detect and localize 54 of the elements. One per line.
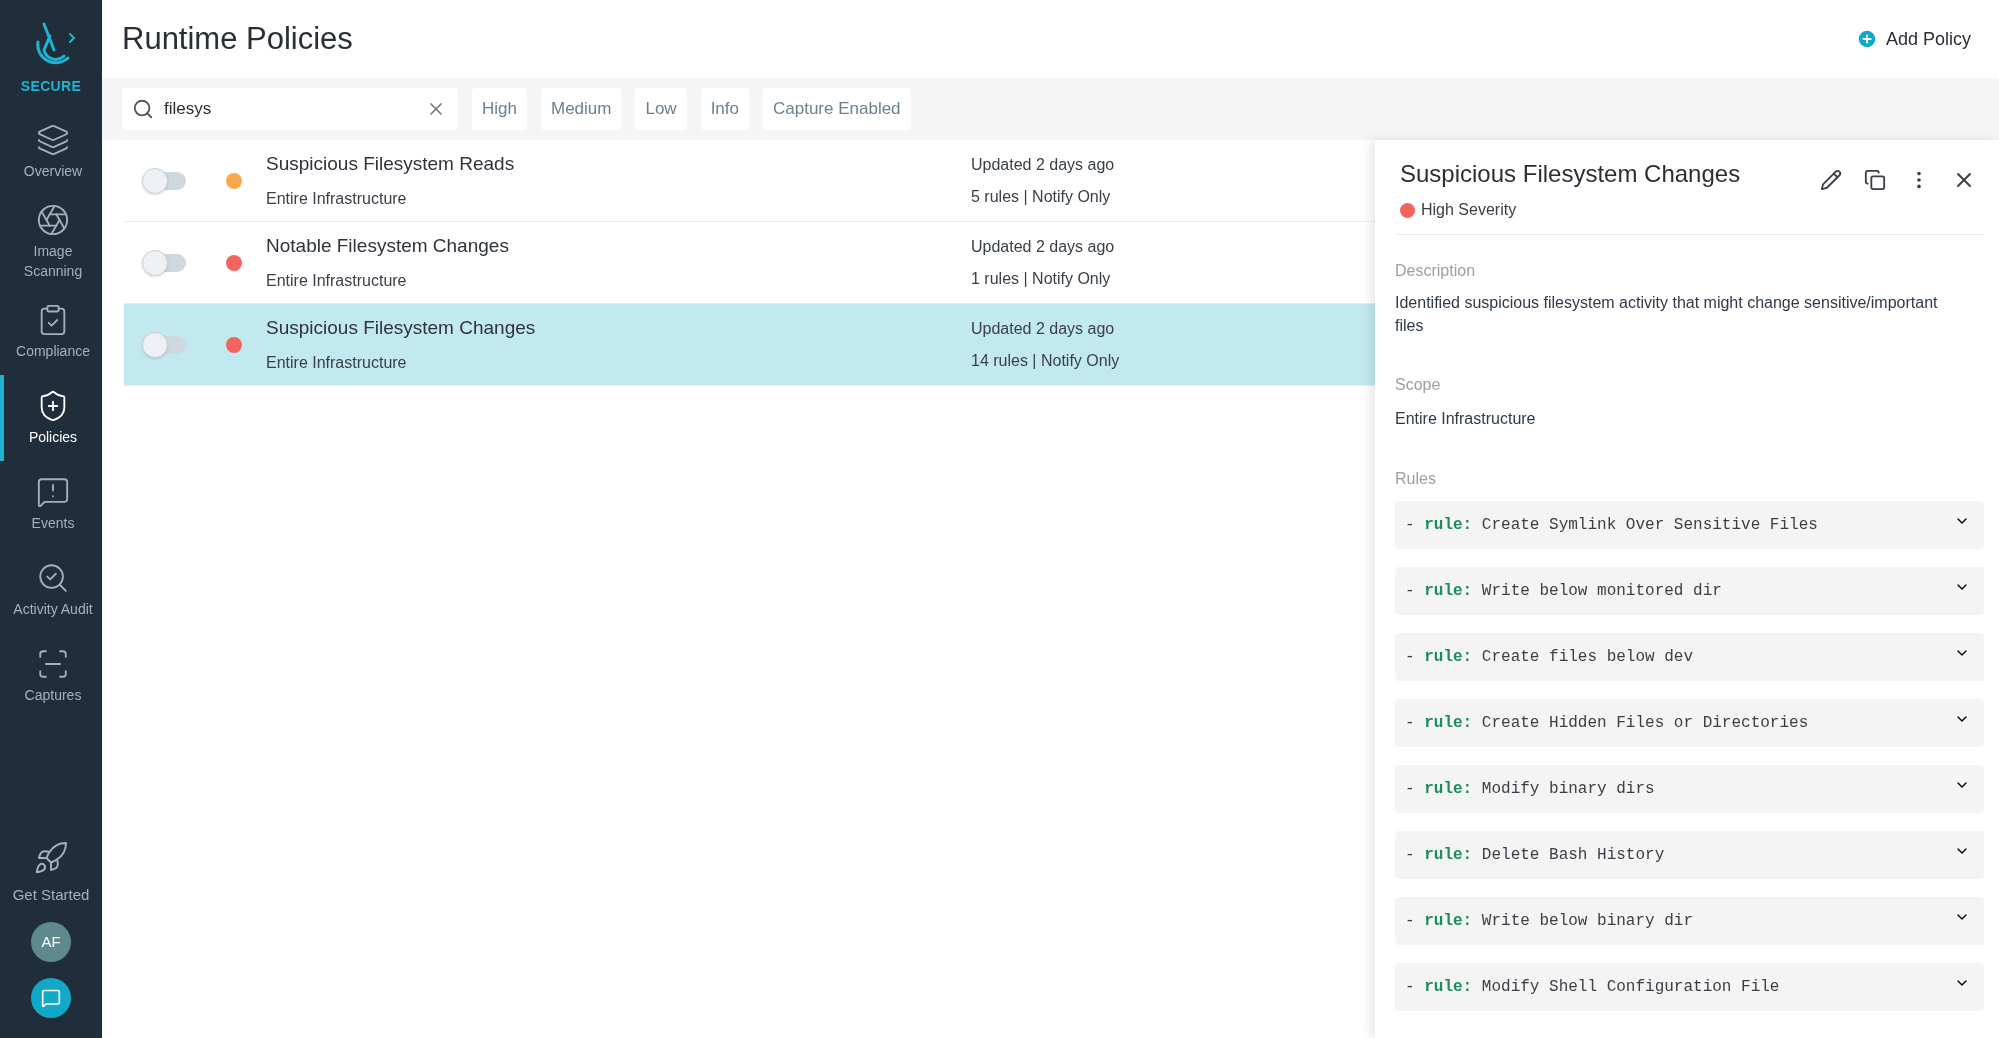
rule-item[interactable]: - rule: Modify Shell Configuration File xyxy=(1395,963,1984,1011)
policy-name: Notable Filesystem Changes xyxy=(266,234,510,259)
nav-item[interactable]: Captures xyxy=(0,633,102,719)
nav-item[interactable]: Overview xyxy=(0,109,102,195)
updated-text: Updated 2 days ago xyxy=(971,154,1115,175)
rule-text: - rule: Delete Bash History xyxy=(1405,845,1665,866)
rule-text: - rule: Write below binary dir xyxy=(1405,911,1694,932)
filter-chip[interactable]: High xyxy=(472,88,527,130)
scope-text: Entire Infrastructure xyxy=(1395,409,1537,429)
filter-chip[interactable]: Capture Enabled xyxy=(763,88,911,130)
rule-item[interactable]: - rule: Write below binary dir xyxy=(1395,897,1984,945)
updated-text: Updated 2 days ago xyxy=(971,236,1115,257)
policy-scope: Entire Infrastructure xyxy=(266,352,408,373)
rules-summary: 14 rules | Notify Only xyxy=(971,350,1120,371)
section-label: Rules xyxy=(1395,469,1437,489)
rule-item[interactable]: - rule: Create files below dev xyxy=(1395,633,1984,681)
nav-item[interactable]: Image Scanning xyxy=(0,195,102,289)
policy-name: Suspicious Filesystem Reads xyxy=(266,152,516,177)
nav-item[interactable]: Activity Audit xyxy=(0,547,102,633)
add-policy-button[interactable]: Add Policy xyxy=(1855,25,1971,53)
section-label: Description xyxy=(1395,261,1477,281)
rule-item[interactable]: - rule: Create Symlink Over Sensitive Files xyxy=(1395,501,1984,549)
rule-item[interactable]: - rule: Delete Bash History xyxy=(1395,831,1984,879)
policy-scope: Entire Infrastructure xyxy=(266,270,408,291)
rule-item[interactable]: - rule: Create Hidden Files or Directories xyxy=(1395,699,1984,747)
description-text: Identified suspicious filesystem activity that might change sensitive/important files xyxy=(1395,293,1939,336)
rule-item[interactable]: - rule: Modify binary dirs xyxy=(1395,765,1984,813)
brand-label: SECURE xyxy=(20,77,82,96)
filter-chip[interactable]: Info xyxy=(700,88,749,130)
rule-text: - rule: Create Hidden Files or Directories xyxy=(1405,713,1809,734)
rule-text: - rule: Create files below dev xyxy=(1405,647,1694,668)
rules-summary: 5 rules | Notify Only xyxy=(971,186,1112,207)
rule-text: - rule: Create Symlink Over Sensitive Files xyxy=(1405,515,1818,536)
rule-text: - rule: Modify Shell Configuration File xyxy=(1405,977,1780,998)
get-started-link[interactable]: Get Started xyxy=(12,839,90,906)
page-title: Runtime Policies xyxy=(122,19,353,58)
filter-chip[interactable]: Medium xyxy=(540,88,622,130)
nav-item[interactable]: Policies xyxy=(0,375,102,461)
rules-summary: 1 rules | Notify Only xyxy=(971,268,1112,289)
filter-chip[interactable]: Low xyxy=(635,88,687,130)
rule-text: - rule: Write below monitored dir xyxy=(1405,581,1722,602)
updated-text: Updated 2 days ago xyxy=(971,318,1116,339)
search-field[interactable]: filesys xyxy=(122,88,458,130)
nav-item[interactable]: Events xyxy=(0,461,102,547)
rule-item[interactable]: - rule: Write below monitored dir xyxy=(1395,567,1984,615)
nav-item[interactable]: Compliance xyxy=(0,289,102,375)
policy-row[interactable]: Suspicious Filesystem Changes Entire Infrastructure Updated 2 days ago 14 rules | Notify Only xyxy=(124,304,1375,386)
rule-text: - rule: Modify binary dirs xyxy=(1405,779,1655,800)
user-avatar[interactable]: AF xyxy=(31,922,71,962)
section-label: Scope xyxy=(1395,375,1442,395)
policy-scope: Entire Infrastructure xyxy=(266,188,408,209)
detail-title: Suspicious Filesystem Changes xyxy=(1400,159,1741,189)
severity-label: High Severity xyxy=(1421,200,1517,220)
policy-name: Suspicious Filesystem Changes xyxy=(266,316,537,341)
